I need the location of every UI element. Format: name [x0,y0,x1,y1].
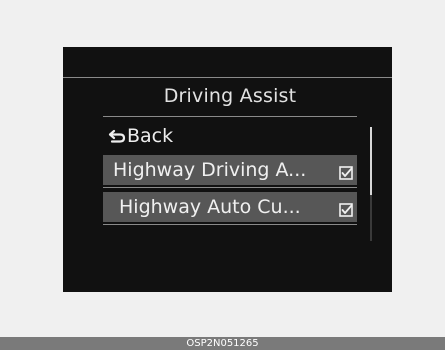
scrollbar-track[interactable] [370,127,372,241]
menu-item-highway-driving-assist[interactable]: Highway Driving A... [103,155,357,185]
scrollbar-thumb[interactable] [370,127,372,195]
back-label: Back [127,125,174,147]
menu-title: Driving Assist [163,85,297,107]
top-divider [63,77,392,78]
row-divider [103,224,357,225]
menu-item-highway-auto-curve[interactable]: Highway Auto Cu... [103,192,357,222]
menu-item-label: Highway Auto Cu... [119,196,301,218]
figure-code: OSP2N051265 [186,338,259,349]
checkbox-checked-icon[interactable] [339,200,353,217]
checkbox-checked-icon[interactable] [339,163,353,180]
row-divider [103,187,357,188]
cluster-display: Driving Assist Back Highway Driving A... [63,47,392,292]
menu-item-label: Highway Driving A... [113,159,307,181]
manual-figure: Driving Assist Back Highway Driving A... [0,0,445,350]
title-divider [103,116,357,117]
return-arrow-icon [108,129,126,143]
figure-caption-bar: OSP2N051265 [0,337,445,350]
back-menu-item[interactable]: Back [108,123,173,149]
